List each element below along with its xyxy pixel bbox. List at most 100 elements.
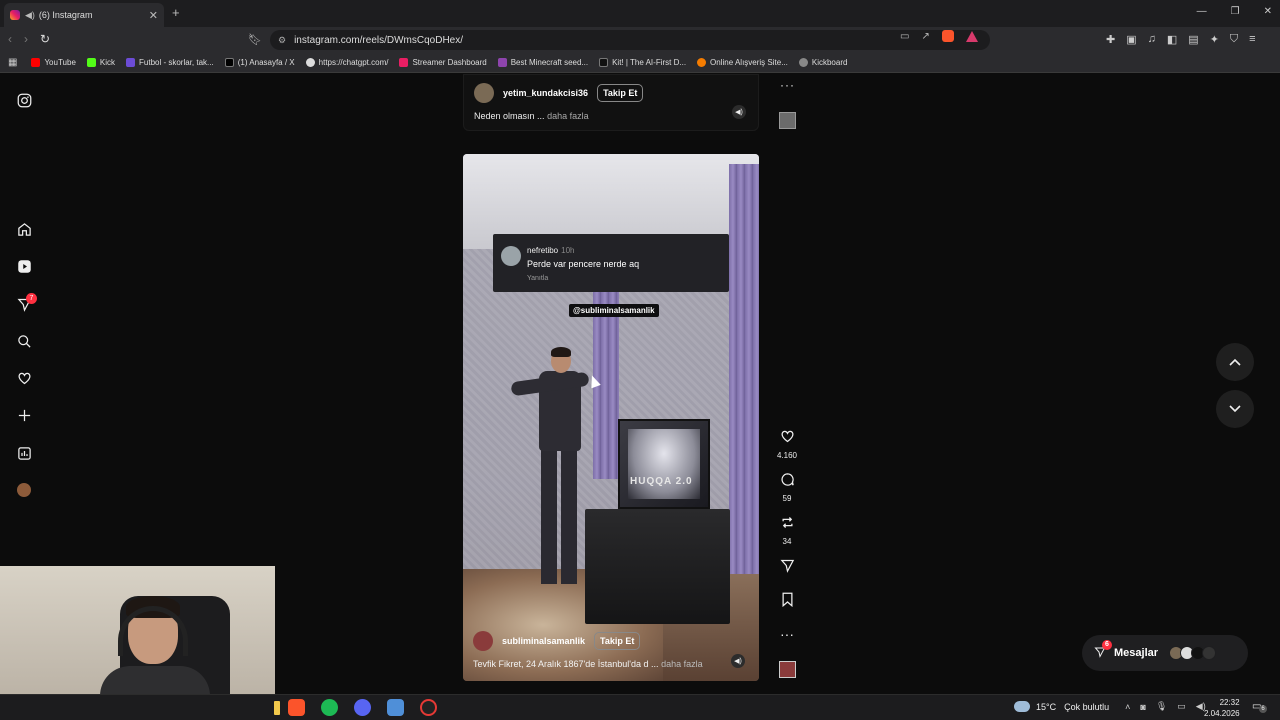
bookmark-kit[interactable]: Kit! | The AI-First D... [599,58,686,67]
minimize-button[interactable]: — [1197,6,1207,17]
wallet2-icon[interactable]: ▤ [1188,33,1198,46]
browser-tabbar: ◀) (6) Instagram ✕ + — ❐ ✕ [0,0,1280,27]
leo-ai-icon[interactable]: ✦ [1210,33,1219,46]
avatar[interactable] [474,83,494,103]
bookmark-futbol[interactable]: Futbol - skorlar, tak... [126,58,214,67]
brave-rewards-icon[interactable] [965,30,978,42]
browser-tab[interactable]: ◀) (6) Instagram ✕ [4,3,164,27]
repost-action[interactable]: 34 [768,515,806,549]
weather-status: Çok bulutlu [1064,701,1110,712]
search-icon[interactable] [16,333,32,349]
apps-grid-icon[interactable]: ▦ [8,57,17,68]
menu-icon[interactable]: ≡ [1249,33,1255,46]
bookmark-x[interactable]: (1) Anasayfa / X [224,58,295,67]
bookmark-kick[interactable]: Kick [86,58,115,67]
repost-count: 34 [782,537,792,546]
address-bar[interactable]: ⚙ instagram.com/reels/DWmsCqoDHex/ [270,30,990,50]
new-tab-button[interactable]: + [172,5,180,20]
messages-button[interactable]: 6 Mesajlar [1082,635,1248,671]
bookmark-youtube[interactable]: YouTube [31,58,76,67]
instagram-logo-icon[interactable] [16,92,32,108]
brave-shields-icon[interactable] [941,30,954,42]
previous-reel[interactable]: yetim_kundakcisi36 Takip Et Neden olması… [463,74,759,131]
reel-video[interactable]: HUQQA 2.0 nefretibo 10h Perde var pencere… [463,154,759,681]
time: 22:32 [1219,698,1240,707]
extensions-icon[interactable]: ✚ [1106,33,1115,46]
speaker-icon[interactable]: ◀) [25,10,35,21]
vpn-icon[interactable]: ⛉ [1230,33,1238,46]
close-window-button[interactable]: ✕ [1264,6,1272,17]
bookmark-icon[interactable]: 🔖︎ [248,33,262,46]
bookmark-minecraft[interactable]: Best Minecraft seed... [497,58,588,67]
heart-icon[interactable] [768,429,806,445]
create-icon[interactable] [16,407,32,423]
volume-icon[interactable]: ◀) [732,105,746,119]
camera-icon[interactable]: ◙ [1140,702,1145,712]
reel-username[interactable]: subliminalsamanlik [502,636,585,646]
weather-icon[interactable] [1014,701,1030,712]
brave-icon[interactable] [288,699,305,716]
url-text: instagram.com/reels/DWmsCqoDHex/ [294,34,464,46]
bookmark-streamer-dashboard[interactable]: Streamer Dashboard [399,58,487,67]
bookmark-chatgpt[interactable]: https://chatgpt.com/ [305,58,388,67]
prev-reel-caption: Neden olmasın ... daha fazla [474,111,589,121]
follow-button[interactable]: Takip Et [597,84,644,102]
save-action[interactable] [768,592,806,608]
chevron-up-icon[interactable]: ˄ [1125,702,1130,712]
prev-reel-username[interactable]: yetim_kundakcisi36 [503,88,588,98]
microphone-icon[interactable]: 🎙︎ [1156,701,1167,712]
cast-icon[interactable]: ▭ [900,31,909,42]
bookmark-kickboard[interactable]: Kickboard [798,58,847,67]
more-link[interactable]: daha fazla [661,659,703,669]
reload-button[interactable]: ↻ [40,32,50,46]
temperature: 15°C [1036,701,1057,712]
dashboard-icon[interactable] [16,445,32,461]
network-icon[interactable]: ▭ [1177,701,1186,712]
clock[interactable]: 22:32 2.04.2026 [1204,697,1240,719]
more-options-icon[interactable]: ··· [768,626,806,642]
instagram-favicon-icon [10,10,20,20]
heart-icon[interactable] [16,370,32,386]
profile-avatar[interactable] [17,483,31,497]
obs-icon[interactable] [420,699,437,716]
bookmark-icon[interactable] [768,592,806,608]
app-icon[interactable] [387,699,404,716]
send-icon[interactable] [768,558,806,574]
comment-icon[interactable] [768,472,806,488]
forward-button[interactable]: › [24,32,28,46]
site-info-icon[interactable]: ⚙ [278,35,286,46]
avatar[interactable] [473,631,493,651]
media-icon[interactable]: ♫ [1148,33,1156,46]
comment-action[interactable]: 59 [768,472,806,506]
bookmark-online-shopping[interactable]: Online Alışveriş Site... [697,58,788,67]
like-count: 4.160 [776,451,798,460]
next-reel-button[interactable] [1216,390,1254,428]
folder-icon[interactable] [274,700,280,715]
share-icon[interactable]: ↗ [921,31,929,42]
audio-thumbnail[interactable] [779,112,796,129]
repost-icon[interactable] [768,515,806,531]
comment-count: 59 [782,494,792,503]
volume-icon[interactable]: ◀) [731,654,745,668]
restore-button[interactable]: ❐ [1231,6,1240,17]
wallet-icon[interactable]: ▣ [1126,33,1136,46]
tab-close-icon[interactable]: ✕ [149,9,158,22]
spotify-icon[interactable] [321,699,338,716]
back-button[interactable]: ‹ [8,32,12,46]
audio-thumbnail[interactable] [779,661,796,678]
video-tv: HUQQA 2.0 [618,419,710,509]
discord-icon[interactable] [354,699,371,716]
like-action[interactable]: 4.160 [768,429,806,463]
notification-center-icon[interactable]: ▭ 6 [1252,701,1267,713]
reels-icon[interactable] [16,258,32,274]
previous-reel-button[interactable] [1216,343,1254,381]
comment-reply: Yanıtla [527,275,549,282]
sidebar-toggle-icon[interactable]: ◧ [1167,33,1177,46]
follow-button[interactable]: Takip Et [594,632,641,650]
notifications-badge: 7 [26,293,37,304]
more-link[interactable]: daha fazla [547,111,589,121]
mention-sticker: @subliminalsamanlik [569,304,659,317]
home-icon[interactable] [16,221,32,237]
share-action[interactable] [768,558,806,574]
more-options-icon[interactable]: ··· [780,78,795,92]
